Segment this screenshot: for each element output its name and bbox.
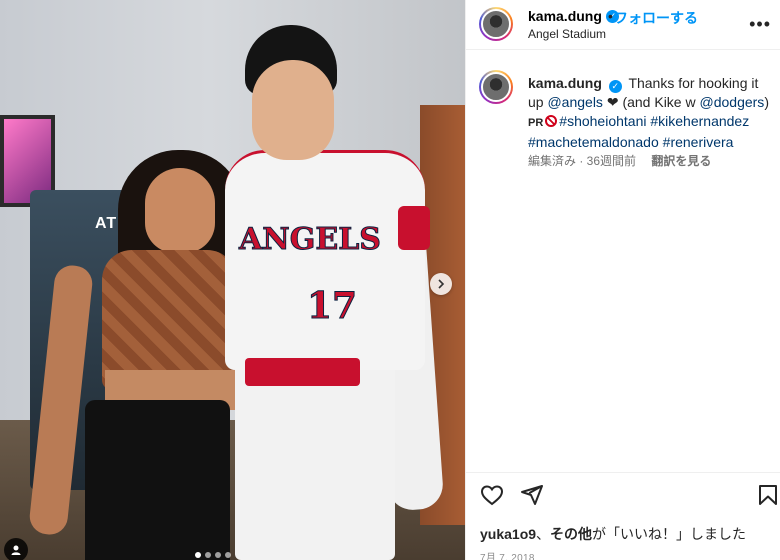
man-face xyxy=(252,60,334,160)
carousel-dot xyxy=(205,552,211,558)
carousel-dots xyxy=(195,552,231,558)
post-date: 7月 7, 2018 xyxy=(480,553,535,560)
next-slide-button[interactable] xyxy=(430,273,452,295)
user-icon xyxy=(11,545,21,555)
likes-summary: yuka1o9、その他が「いいね！」しました xyxy=(480,524,746,544)
verified-badge-icon: ✓ xyxy=(608,80,622,93)
likes-others-link[interactable]: その他 xyxy=(550,526,592,542)
woman-face xyxy=(145,168,215,253)
caption-text-part: ) xyxy=(764,94,769,110)
carousel-dot xyxy=(225,552,231,558)
chevron-right-icon xyxy=(438,279,445,289)
author-avatar[interactable] xyxy=(479,7,513,41)
caption-username[interactable]: kama.dung xyxy=(528,75,602,91)
no-entry-icon xyxy=(545,115,558,127)
man-jersey xyxy=(225,150,425,370)
username-text[interactable]: kama.dung xyxy=(528,8,602,24)
follow-button[interactable]: フォローする xyxy=(614,8,698,28)
likes-suffix: が「いいね！」しました xyxy=(592,526,747,542)
mention-angels[interactable]: @angels xyxy=(547,94,602,110)
avatar-image xyxy=(481,72,511,102)
likes-separator: 、 xyxy=(536,526,551,542)
tagged-users-button[interactable] xyxy=(4,538,28,560)
pr-prefix: PR xyxy=(528,117,544,129)
edited-timestamp: 編集済み · 36週間前 xyxy=(528,154,637,168)
mention-dodgers[interactable]: @dodgers xyxy=(700,94,765,110)
post-header: kama.dung ✓ • フォローする Angel Stadium ••• xyxy=(466,0,780,50)
man-pants xyxy=(235,360,395,560)
carousel-dot xyxy=(215,552,221,558)
man-belt xyxy=(245,358,360,386)
see-translation-link[interactable]: 翻訳を見る xyxy=(651,154,711,168)
caption-meta: 編集済み · 36週間前 翻訳を見る xyxy=(528,152,711,169)
sleeve-patch xyxy=(398,206,430,250)
location-link[interactable]: Angel Stadium xyxy=(528,27,606,41)
action-bar: yuka1o9、その他が「いいね！」しました 7月 7, 2018 xyxy=(466,472,780,560)
caption-avatar[interactable] xyxy=(479,70,513,104)
post-media[interactable]: ATM ANGELS 17 xyxy=(0,0,465,560)
header-separator: • xyxy=(608,8,613,24)
more-horizontal-icon[interactable]: ••• xyxy=(749,14,771,35)
heart-emoji: ❤ xyxy=(606,94,619,110)
liker-username[interactable]: yuka1o9 xyxy=(480,526,536,542)
carousel-dot xyxy=(195,552,201,558)
avatar-image xyxy=(481,9,511,39)
jersey-number: 17 xyxy=(306,285,358,328)
hashtag-link[interactable]: #renerivera xyxy=(663,134,734,150)
woman-pants xyxy=(85,400,230,560)
post-side-panel: kama.dung ✓ • フォローする Angel Stadium ••• k… xyxy=(465,0,780,560)
heart-icon[interactable] xyxy=(480,483,504,507)
hashtag-link[interactable]: #shoheiohtani xyxy=(559,113,646,129)
caption-text: kama.dung ✓ Thanks for hooking it up @an… xyxy=(528,74,773,152)
jersey-team-text: ANGELS xyxy=(239,222,382,258)
share-icon[interactable] xyxy=(520,483,544,507)
caption-text-part: (and Kike w xyxy=(618,94,700,110)
bookmark-icon[interactable] xyxy=(756,483,780,507)
woman-top xyxy=(102,250,237,390)
hashtag-link[interactable]: #kikehernandez xyxy=(650,113,749,129)
author-username[interactable]: kama.dung ✓ xyxy=(528,8,619,24)
hashtag-link[interactable]: #machetemaldonado xyxy=(528,134,659,150)
